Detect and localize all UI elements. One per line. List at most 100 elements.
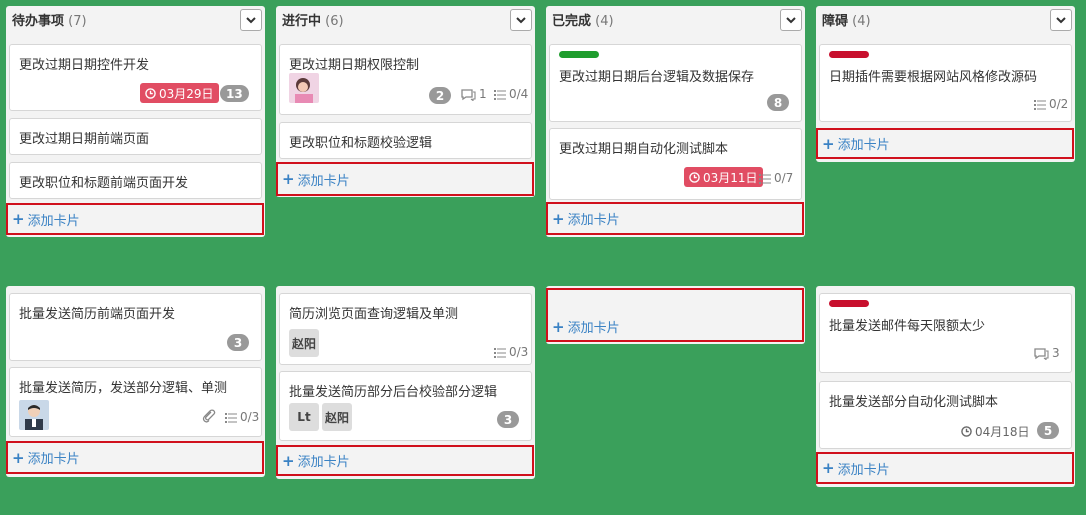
checklist-icon xyxy=(759,173,771,184)
add-card-label: 添加卡片 xyxy=(567,213,620,228)
chevron-down-icon xyxy=(1056,16,1066,23)
column-blocked-continued: 批量发送邮件每天限额太少 3 批量发送部分自动化测试脚本 04月18日 5 + … xyxy=(816,286,1075,487)
checklist-progress: 0/4 xyxy=(509,87,529,101)
card[interactable]: 更改职位和标题前端页面开发 xyxy=(9,162,262,199)
column-in-progress: 进行中 (6) 更改过期日期权限控制 2 1 0/4 更改职位和标题校验逻辑 +… xyxy=(276,6,535,197)
card-title: 批量发送简历，发送部分逻辑、单测 xyxy=(19,381,228,396)
add-card-button[interactable]: + 添加卡片 xyxy=(816,128,1074,159)
clock-icon xyxy=(689,171,700,183)
card-title: 更改过期日期后台逻辑及数据保存 xyxy=(559,70,755,85)
plus-icon: + xyxy=(552,209,565,228)
card[interactable]: 批量发送简历部分后台校验部分逻辑 Lt 赵阳 3 xyxy=(279,371,532,441)
label-green xyxy=(559,51,599,58)
card-title: 更改职位和标题校验逻辑 xyxy=(289,136,433,151)
column-title: 进行中 xyxy=(282,14,322,29)
add-card-label: 添加卡片 xyxy=(567,321,620,336)
checklist-indicator: 0/2 xyxy=(1034,97,1068,111)
column-done: 已完成 (4) 更改过期日期后台逻辑及数据保存 8 更改过期日期自动化测试脚本 … xyxy=(546,6,805,237)
member-avatar[interactable]: 赵阳 xyxy=(322,403,353,431)
column-count: (6) xyxy=(325,14,344,29)
comments-count: 3 xyxy=(1052,346,1060,360)
add-card-button[interactable]: + 添加卡片 xyxy=(546,202,804,235)
plus-icon: + xyxy=(282,170,295,188)
due-date: 04月18日 xyxy=(961,423,1030,440)
clock-icon xyxy=(145,87,156,99)
column-done-continued: + 添加卡片 xyxy=(546,286,805,344)
checklist-icon xyxy=(494,89,506,100)
count-badge: 5 xyxy=(1037,422,1059,439)
card-title: 批量发送简历部分后台校验部分逻辑 xyxy=(289,385,498,400)
card-title: 更改过期日期控件开发 xyxy=(19,58,150,73)
chevron-down-icon xyxy=(246,16,256,23)
checklist-icon xyxy=(225,412,237,423)
card[interactable]: 更改过期日期自动化测试脚本 03月11日 0/7 xyxy=(549,128,802,200)
card-title: 批量发送简历前端页面开发 xyxy=(19,307,176,322)
add-card-button[interactable]: + 添加卡片 xyxy=(546,288,804,342)
card[interactable]: 更改过期日期后台逻辑及数据保存 8 xyxy=(549,44,802,122)
card[interactable]: 批量发送邮件每天限额太少 3 xyxy=(819,293,1072,373)
card[interactable]: 更改职位和标题校验逻辑 xyxy=(279,122,532,159)
card[interactable]: 批量发送部分自动化测试脚本 04月18日 5 xyxy=(819,381,1072,449)
count-badge: 3 xyxy=(227,334,249,351)
card-title: 批量发送部分自动化测试脚本 xyxy=(829,395,999,410)
column-header: 已完成 (4) xyxy=(546,6,805,34)
checklist-progress: 0/2 xyxy=(1049,97,1069,111)
checklist-indicator: 0/3 xyxy=(494,345,528,359)
plus-icon: + xyxy=(822,134,835,153)
card-title: 更改职位和标题前端页面开发 xyxy=(19,176,189,191)
member-avatar[interactable]: 赵阳 xyxy=(289,329,320,357)
column-in-progress-continued: 简历浏览页面查询逻辑及单测 赵阳 0/3 批量发送简历部分后台校验部分逻辑 Lt… xyxy=(276,286,535,479)
clock-icon xyxy=(961,426,972,437)
column-menu-button[interactable] xyxy=(780,9,802,31)
card[interactable]: 日期插件需要根据网站风格修改源码 0/2 xyxy=(819,44,1072,122)
comments-indicator: 1 xyxy=(460,87,487,101)
column-count: (4) xyxy=(852,14,871,29)
card[interactable]: 简历浏览页面查询逻辑及单测 赵阳 0/3 xyxy=(279,293,532,365)
checklist-icon xyxy=(494,347,506,358)
column-menu-button[interactable] xyxy=(510,9,532,31)
avatar[interactable] xyxy=(19,400,49,430)
card-title: 简历浏览页面查询逻辑及单测 xyxy=(289,307,459,322)
column-title: 已完成 xyxy=(552,14,592,29)
plus-icon: + xyxy=(552,318,565,336)
add-card-label: 添加卡片 xyxy=(27,452,80,467)
card[interactable]: 批量发送简历，发送部分逻辑、单测 0/3 xyxy=(9,367,262,437)
add-card-button[interactable]: + 添加卡片 xyxy=(276,162,534,196)
avatar-image xyxy=(289,73,319,103)
checklist-indicator: 0/4 xyxy=(494,87,528,101)
count-badge: 3 xyxy=(497,411,519,428)
add-card-label: 添加卡片 xyxy=(837,462,890,478)
add-card-button[interactable]: + 添加卡片 xyxy=(816,452,1074,484)
add-card-button[interactable]: + 添加卡片 xyxy=(6,441,264,474)
checklist-progress: 0/3 xyxy=(240,410,260,424)
card[interactable]: 批量发送简历前端页面开发 3 xyxy=(9,293,262,361)
add-card-button[interactable]: + 添加卡片 xyxy=(276,445,534,476)
checklist-indicator: 0/3 xyxy=(225,410,259,424)
card[interactable]: 更改过期日期前端页面 xyxy=(9,118,262,155)
label-red xyxy=(829,300,869,307)
avatar[interactable] xyxy=(289,73,319,103)
add-card-label: 添加卡片 xyxy=(27,213,80,229)
column-menu-button[interactable] xyxy=(1050,9,1072,31)
due-date-badge: 03月11日 xyxy=(684,167,763,187)
count-badge: 2 xyxy=(429,87,451,104)
member-avatar[interactable]: Lt xyxy=(289,403,319,431)
card-title: 日期插件需要根据网站风格修改源码 xyxy=(829,70,1038,85)
attachment-indicator xyxy=(202,409,216,423)
checklist-icon xyxy=(1034,99,1046,110)
due-date-badge: 03月29日 xyxy=(140,83,219,103)
column-todo: 待办事项 (7) 更改过期日期控件开发 03月29日 13 更改过期日期前端页面… xyxy=(6,6,265,237)
count-badge: 8 xyxy=(767,94,789,111)
checklist-progress: 0/3 xyxy=(509,345,529,359)
add-card-button[interactable]: + 添加卡片 xyxy=(6,203,264,235)
card[interactable]: 更改过期日期控件开发 03月29日 13 xyxy=(9,44,262,111)
card-title: 更改过期日期前端页面 xyxy=(19,132,150,147)
column-menu-button[interactable] xyxy=(240,9,262,31)
comments-count: 1 xyxy=(479,87,487,101)
chevron-down-icon xyxy=(786,16,796,23)
checklist-indicator: 0/7 xyxy=(759,171,793,185)
card[interactable]: 更改过期日期权限控制 2 1 0/4 xyxy=(279,44,532,115)
add-card-label: 添加卡片 xyxy=(297,455,350,470)
add-card-label: 添加卡片 xyxy=(297,173,350,189)
column-header: 进行中 (6) xyxy=(276,6,535,34)
